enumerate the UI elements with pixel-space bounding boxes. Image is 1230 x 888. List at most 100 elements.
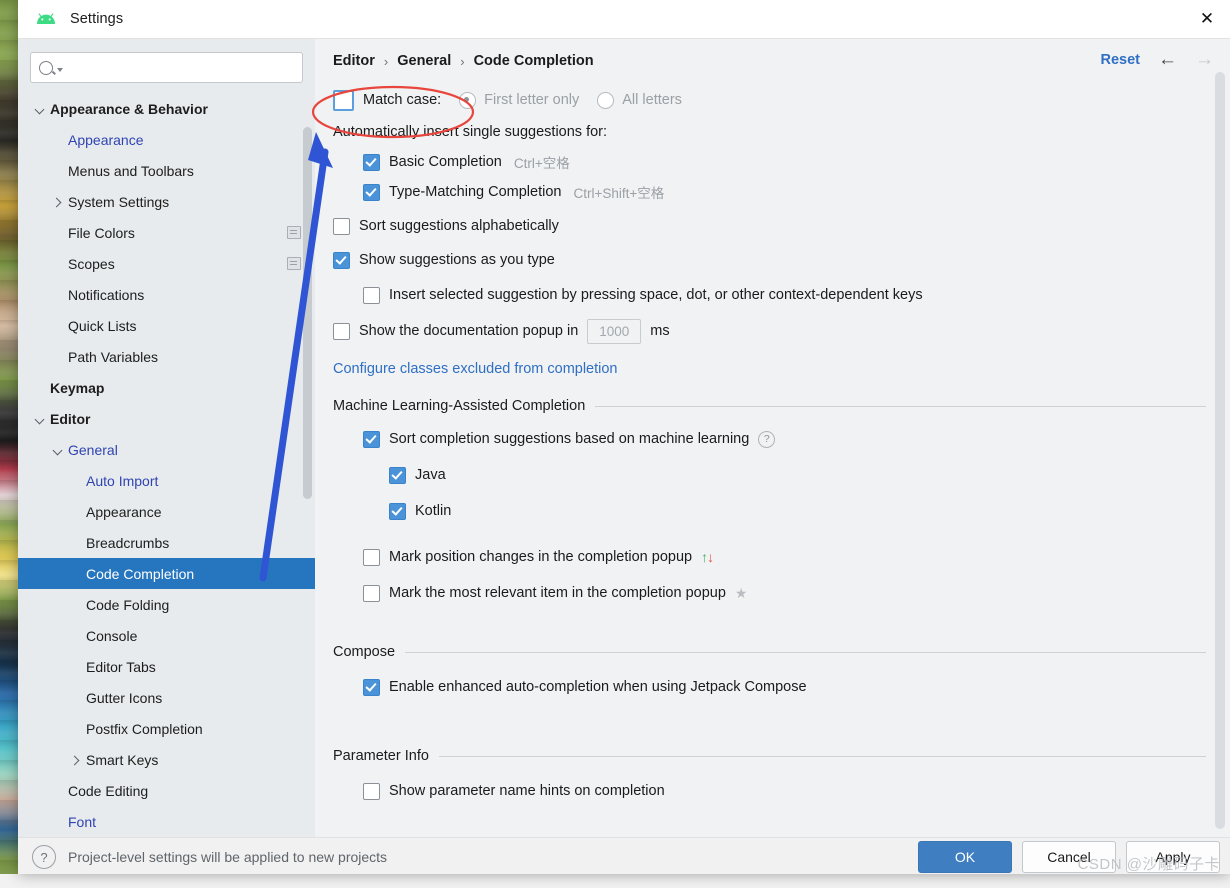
configure-excluded-link[interactable]: Configure classes excluded from completi… xyxy=(333,361,618,377)
main-scrollbar[interactable] xyxy=(1215,72,1225,829)
footer-message: Project-level settings will be applied t… xyxy=(68,849,388,865)
chevron-down-icon[interactable] xyxy=(32,101,48,117)
all-letters-label: All letters xyxy=(622,92,682,108)
sidebar-item-label: Quick Lists xyxy=(68,317,137,334)
breadcrumb-item-1[interactable]: General xyxy=(397,53,451,69)
sidebar-item-general[interactable]: General xyxy=(18,434,315,465)
sidebar-item-scopes[interactable]: Scopes xyxy=(18,248,315,279)
breadcrumb-item-2: Code Completion xyxy=(473,53,594,69)
mark-position-row: Mark position changes in the completion … xyxy=(363,542,1230,572)
kotlin-label: Kotlin xyxy=(415,503,452,519)
sidebar-item-label: Postfix Completion xyxy=(86,720,203,737)
breadcrumb-item-0[interactable]: Editor xyxy=(333,53,375,69)
doc-popup-label-after: ms xyxy=(650,323,670,339)
help-icon[interactable]: ? xyxy=(32,845,56,869)
doc-popup-row: Show the documentation popup in 1000 ms xyxy=(333,316,1230,346)
sidebar-item-postfix-completion[interactable]: Postfix Completion xyxy=(18,713,315,744)
mark-relevant-checkbox[interactable] xyxy=(363,584,380,602)
insert-selected-checkbox[interactable] xyxy=(363,286,380,304)
param-hints-checkbox[interactable] xyxy=(363,782,380,800)
mark-relevant-row: Mark the most relevant item in the compl… xyxy=(363,578,1230,608)
chevron-down-icon[interactable] xyxy=(32,411,48,427)
sidebar-item-gutter-icons[interactable]: Gutter Icons xyxy=(18,682,315,713)
all-letters-radio[interactable] xyxy=(597,91,615,109)
sidebar-item-auto-import[interactable]: Auto Import xyxy=(18,465,315,496)
group-divider xyxy=(595,405,1206,407)
match-case-label: Match case: xyxy=(363,92,442,108)
doc-popup-checkbox[interactable] xyxy=(333,322,350,340)
sidebar-item-code-editing[interactable]: Code Editing xyxy=(18,775,315,806)
java-label: Java xyxy=(415,467,446,483)
basic-completion-row: Basic Completion Ctrl+空格 xyxy=(363,147,1230,177)
sidebar-item-appearance-behavior[interactable]: Appearance & Behavior xyxy=(18,93,315,124)
sidebar-item-path-variables[interactable]: Path Variables xyxy=(18,341,315,372)
settings-sidebar: Appearance & Behavior Appearance Menus and… xyxy=(18,39,315,837)
sidebar-item-code-completion[interactable]: Code Completion xyxy=(18,558,315,589)
sidebar-item-font[interactable]: Font xyxy=(18,806,315,837)
doc-popup-delay-input[interactable]: 1000 xyxy=(587,318,642,344)
sidebar-item-label: General xyxy=(68,441,118,458)
compose-enable-checkbox[interactable] xyxy=(363,678,380,696)
star-icon: ★ xyxy=(734,584,748,601)
sidebar-item-quick-lists[interactable]: Quick Lists xyxy=(18,310,315,341)
sort-ml-label: Sort completion suggestions based on mac… xyxy=(389,431,750,447)
sidebar-item-breadcrumbs[interactable]: Breadcrumbs xyxy=(18,527,315,558)
basic-completion-checkbox[interactable] xyxy=(363,153,380,171)
sidebar-item-code-folding[interactable]: Code Folding xyxy=(18,589,315,620)
sidebar-item-console[interactable]: Console xyxy=(18,620,315,651)
chevron-down-icon[interactable] xyxy=(50,442,66,458)
chevron-right-icon[interactable] xyxy=(68,752,84,768)
sidebar-item-appearance[interactable]: Appearance xyxy=(18,124,315,155)
match-case-checkbox[interactable] xyxy=(333,89,354,111)
reset-button[interactable]: Reset xyxy=(1101,52,1141,68)
sidebar-item-smart-keys[interactable]: Smart Keys xyxy=(18,744,315,775)
question-mark-icon[interactable]: ? xyxy=(758,430,776,448)
sidebar-item-keymap[interactable]: Keymap xyxy=(18,372,315,403)
breadcrumb-separator: › xyxy=(460,53,465,69)
title-bar: Settings ✕ xyxy=(18,0,1230,39)
sidebar-item-label: Code Completion xyxy=(86,565,195,582)
sidebar-item-label: Path Variables xyxy=(68,348,159,365)
mark-position-checkbox[interactable] xyxy=(363,548,380,566)
arrow-left-icon[interactable]: ← xyxy=(1158,50,1177,69)
kotlin-checkbox[interactable] xyxy=(389,502,406,520)
settings-scope-icon xyxy=(287,257,301,270)
show-as-you-type-checkbox[interactable] xyxy=(333,251,350,269)
java-checkbox[interactable] xyxy=(389,466,406,484)
sidebar-item-label: Appearance xyxy=(68,131,144,148)
sidebar-item-notifications[interactable]: Notifications xyxy=(18,279,315,310)
type-matching-completion-checkbox[interactable] xyxy=(363,183,380,201)
sort-alphabetically-checkbox[interactable] xyxy=(333,217,350,235)
search-input[interactable] xyxy=(63,59,294,76)
settings-scope-icon xyxy=(287,226,301,239)
first-letter-only-radio[interactable] xyxy=(459,91,477,109)
insert-selected-row: Insert selected suggestion by pressing s… xyxy=(363,280,1230,310)
chevron-right-icon[interactable] xyxy=(50,194,66,210)
close-icon[interactable]: ✕ xyxy=(1184,0,1230,37)
sidebar-item-label: Smart Keys xyxy=(86,751,159,768)
sidebar-scrollbar[interactable] xyxy=(303,127,312,499)
compose-group-header: Compose xyxy=(333,644,1230,660)
arrow-right-icon[interactable]: → xyxy=(1195,50,1214,69)
sidebar-item-file-colors[interactable]: File Colors xyxy=(18,217,315,248)
search-box[interactable] xyxy=(30,52,303,83)
sidebar-item-label: Console xyxy=(86,627,138,644)
sidebar-item-system-settings[interactable]: System Settings xyxy=(18,186,315,217)
type-matching-completion-label: Type-Matching Completion xyxy=(389,184,562,200)
sidebar-item-editor[interactable]: Editor xyxy=(18,403,315,434)
param-hints-label: Show parameter name hints on completion xyxy=(389,783,665,799)
sort-ml-checkbox[interactable] xyxy=(363,430,380,448)
sidebar-item-appearance[interactable]: Appearance xyxy=(18,496,315,527)
group-divider xyxy=(438,755,1206,757)
ok-button[interactable]: OK xyxy=(918,841,1012,873)
sidebar-item-menus-and-toolbars[interactable]: Menus and Toolbars xyxy=(18,155,315,186)
sidebar-item-editor-tabs[interactable]: Editor Tabs xyxy=(18,651,315,682)
settings-content: Match case: First letter only All letter… xyxy=(315,83,1230,806)
sidebar-item-label: Scopes xyxy=(68,255,115,272)
